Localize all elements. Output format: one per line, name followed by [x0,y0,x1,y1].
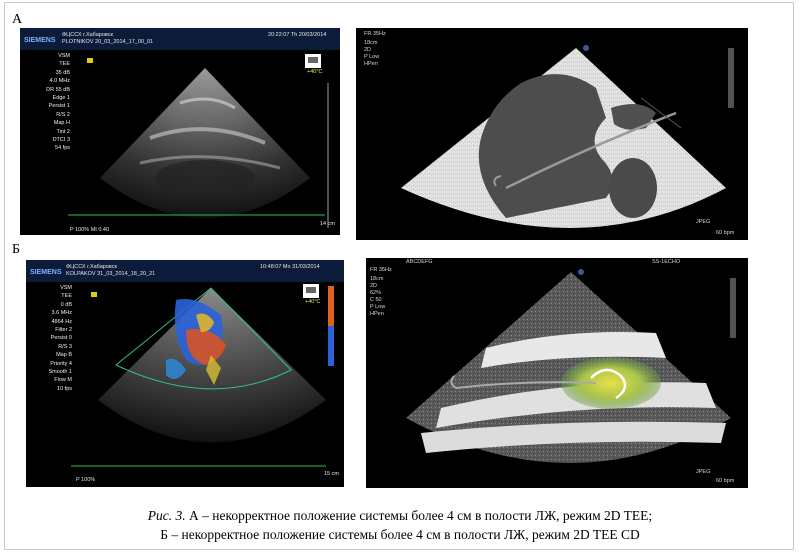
simulation-image-a: FR 35Hz 18cm 2D P Low HPen JPEG 60 bpm [356,28,748,240]
probe-temperature: +40°C [305,299,321,305]
ultrasound-image-b: SIEMENS ФЦССХ г.Хабаровск KOLPAKOV 31_03… [26,260,344,487]
power-mi: P 100% MI 0.40 [70,227,110,233]
ultrasound-sector-b [71,284,334,467]
jpeg-label: JPEG [696,219,711,225]
heart-rate: 60 bpm [716,478,735,484]
acquisition-params: VSM TEE 0 dB 3.6 MHz 4864 Hz Filter 2 Pe… [48,285,72,392]
heart-rate: 60 bpm [716,230,735,236]
frame-rate: FR 35Hz [370,267,392,273]
simulation-sector-a [401,45,734,228]
caption-text-a: А – некорректное положение системы более… [185,508,653,523]
probe-temperature: +40°C [307,69,323,75]
ultrasound-image-a: SIEMENS ФЦССХ г.Хабаровск PLOTNIKOV 20_0… [20,28,340,235]
simulation-sector-b [406,269,736,463]
depth-label: 15 cm [324,471,339,477]
figure-caption-line1: Рис. 3. А – некорректное положение систе… [0,508,800,524]
sim-side-labels: 18cm 2D P Low HPen [364,40,380,67]
jpeg-label: JPEG [696,469,711,475]
figure-label: Рис. 3. [147,508,186,523]
sim-header-left: ABCDEFG [406,259,433,265]
panel-label-a: А [12,12,23,27]
acquisition-params: VSM TEE 35 dB 4.0 MHz DR 55 dB Edge 1 Pe… [46,53,70,152]
power-level: P 100% [76,477,96,483]
depth-label: 14 cm [320,221,335,227]
sim-header-right: SS-1ECHO [652,259,681,265]
panel-label-b: Б [12,242,21,257]
caption-text-b: Б – некорректное положение системы более… [160,527,640,542]
figure-caption-line2: Б – некорректное положение системы более… [0,527,800,543]
frame-rate: FR 35Hz [364,31,386,37]
sim-side-labels: 18cm 2D 62% C 50 P Low HPen [370,276,386,317]
simulation-image-b: ABCDEFG SS-1ECHO FR 35Hz 18cm 2D 62% C 5… [366,258,748,488]
